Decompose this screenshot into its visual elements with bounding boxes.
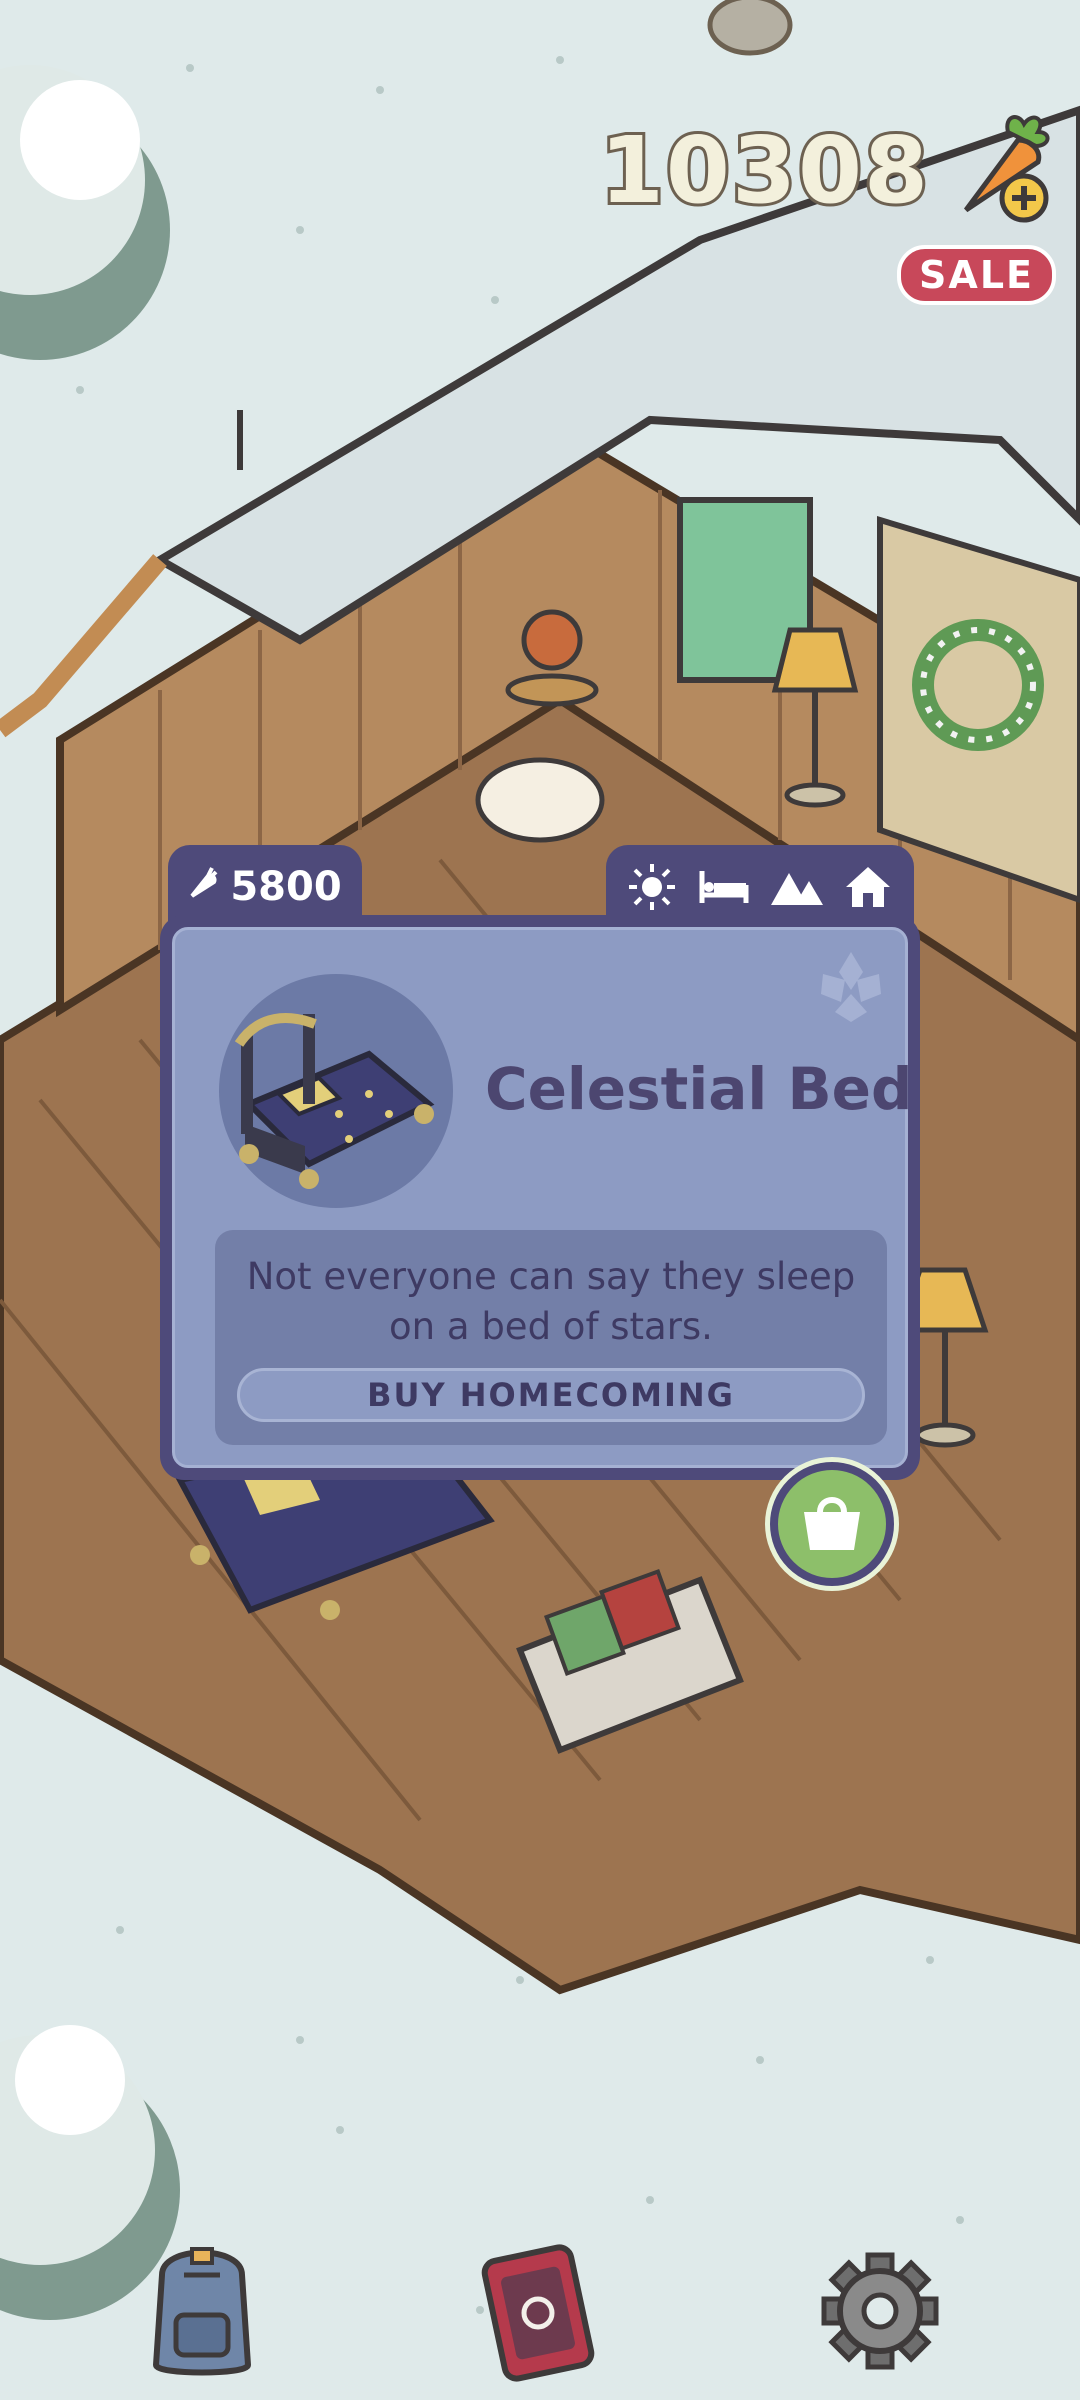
lotus-icon bbox=[811, 946, 891, 1026]
celestial-bed-icon bbox=[234, 1013, 435, 1189]
carrot-currency: 10308 bbox=[597, 110, 1056, 230]
carrot-icon bbox=[188, 864, 218, 910]
buy-homecoming-button[interactable]: BUY HOMECOMING bbox=[237, 1368, 865, 1422]
item-title: Celestial Bed bbox=[485, 1055, 913, 1123]
wreath-screen bbox=[877, 515, 1080, 904]
item-preview bbox=[219, 974, 453, 1208]
popup-panel: Celestial Bed Not everyone can say they … bbox=[172, 927, 913, 1468]
item-price: 5800 bbox=[230, 864, 342, 910]
phone-icon[interactable] bbox=[468, 2235, 608, 2385]
snowy-tree-top bbox=[0, 65, 170, 360]
rock bbox=[707, 0, 793, 56]
sun-icon[interactable] bbox=[623, 858, 681, 916]
item-detail-popup: Celestial Bed Not everyone can say they … bbox=[160, 915, 920, 1480]
carrot-count: 10308 bbox=[597, 114, 931, 227]
mountains-icon[interactable] bbox=[767, 858, 825, 916]
bed-icon[interactable] bbox=[695, 858, 753, 916]
gear-icon[interactable] bbox=[810, 2235, 950, 2385]
home-icon[interactable] bbox=[839, 858, 897, 916]
backpack-icon[interactable] bbox=[132, 2235, 272, 2385]
bunny-character bbox=[475, 757, 605, 843]
shopping-bag-icon[interactable] bbox=[770, 1462, 894, 1586]
item-description: Not everyone can say they sleep on a bed… bbox=[246, 1255, 856, 1348]
description-box: Not everyone can say they sleep on a bed… bbox=[215, 1230, 887, 1445]
carrot-plus-icon[interactable] bbox=[946, 110, 1056, 230]
sale-badge[interactable]: SALE bbox=[897, 245, 1056, 305]
